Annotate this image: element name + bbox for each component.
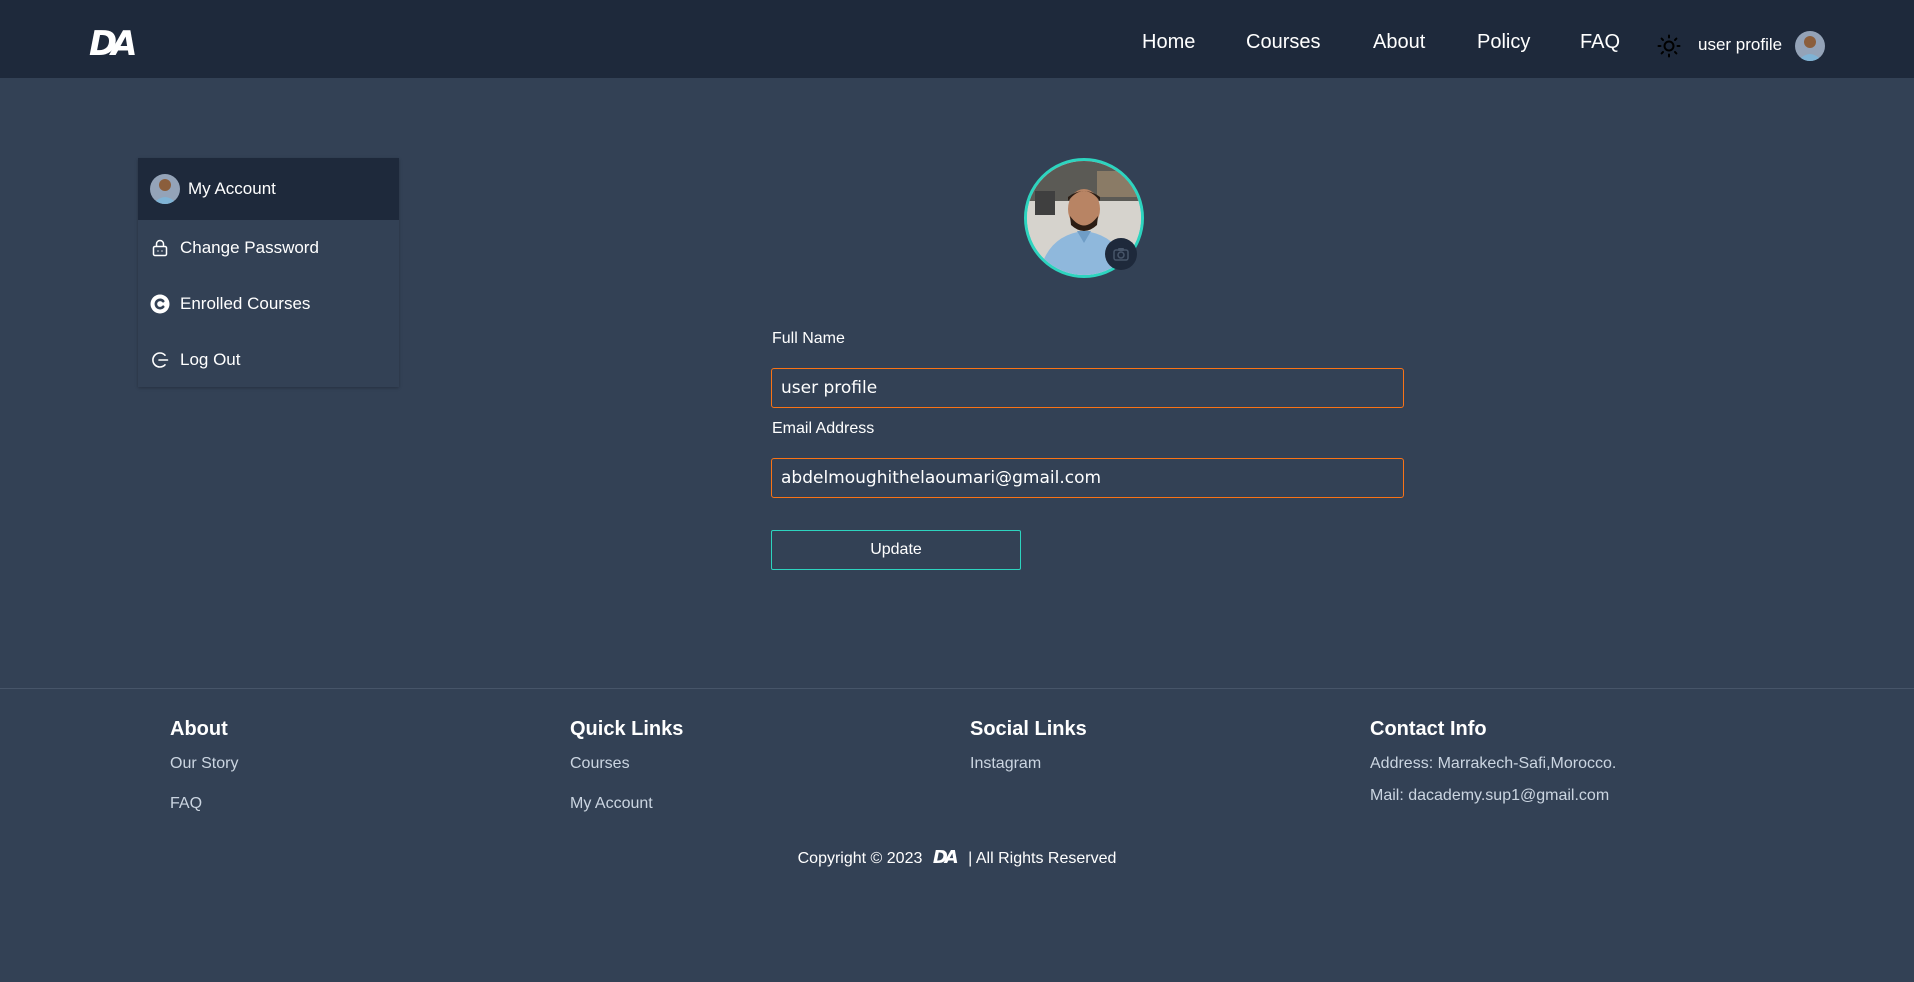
- sidebar-avatar: [150, 174, 180, 204]
- sidebar-item-log-out[interactable]: Log Out: [138, 332, 399, 388]
- copyright-c-icon: [150, 294, 170, 314]
- nav-policy[interactable]: Policy: [1477, 30, 1530, 54]
- rights-reserved-text: | All Rights Reserved: [968, 850, 1117, 867]
- sidebar-item-label: Change Password: [180, 238, 319, 257]
- nav-about[interactable]: About: [1373, 30, 1425, 54]
- camera-icon: [1113, 248, 1129, 261]
- header-avatar[interactable]: [1795, 31, 1825, 61]
- footer-contact-info: Contact Info Address: Marrakech-Safi,Mor…: [1370, 716, 1750, 818]
- footer-link-my-account[interactable]: My Account: [570, 794, 950, 814]
- footer-social-links-title: Social Links: [970, 718, 1087, 740]
- account-sidebar: My Account Change Password Enrolled Cour…: [138, 158, 399, 387]
- sidebar-item-my-account[interactable]: My Account: [138, 158, 399, 220]
- footer-link-faq[interactable]: FAQ: [170, 794, 550, 814]
- nav-faq[interactable]: FAQ: [1580, 30, 1620, 54]
- copyright-text: Copyright © 2023: [797, 850, 923, 867]
- lock-icon: [152, 239, 168, 257]
- nav-home[interactable]: Home: [1142, 30, 1195, 54]
- email-label: Email Address: [772, 420, 875, 437]
- sidebar-item-enrolled-courses[interactable]: Enrolled Courses: [138, 276, 399, 332]
- header-user-name[interactable]: user profile: [1698, 34, 1782, 56]
- footer-about: About Our Story FAQ: [170, 716, 550, 834]
- update-button[interactable]: Update: [771, 530, 1021, 570]
- footer-link-instagram[interactable]: Instagram: [970, 754, 1350, 774]
- footer-logo: DA: [932, 847, 959, 868]
- nav-courses[interactable]: Courses: [1246, 30, 1320, 54]
- full-name-input[interactable]: [771, 368, 1404, 408]
- sidebar-item-label: Enrolled Courses: [180, 294, 311, 313]
- logout-icon: [152, 352, 169, 368]
- footer-link-our-story[interactable]: Our Story: [170, 754, 550, 774]
- footer-quick-links-title: Quick Links: [570, 718, 684, 740]
- footer-mail: Mail: dacademy.sup1@gmail.com: [1370, 787, 1610, 804]
- full-name-label: Full Name: [772, 330, 845, 347]
- sidebar-item-label: Log Out: [180, 350, 241, 369]
- footer-link-courses[interactable]: Courses: [570, 754, 950, 774]
- top-navbar: DA Home Courses About Policy FAQ user pr…: [0, 0, 1914, 78]
- footer-contact-title: Contact Info: [1370, 718, 1487, 740]
- sidebar-item-label: My Account: [188, 179, 276, 198]
- theme-toggle-sun-icon[interactable]: [1657, 34, 1681, 58]
- footer-about-title: About: [170, 718, 228, 740]
- change-photo-button[interactable]: [1105, 238, 1137, 270]
- sidebar-item-change-password[interactable]: Change Password: [138, 220, 399, 276]
- copyright-bar: Copyright © 2023 DA | All Rights Reserve…: [0, 847, 1914, 870]
- footer-divider: [0, 688, 1914, 689]
- footer-address: Address: Marrakech-Safi,Morocco.: [1370, 755, 1617, 772]
- site-logo[interactable]: DA: [89, 27, 141, 61]
- footer-social-links: Social Links Instagram: [970, 716, 1350, 794]
- footer-quick-links: Quick Links Courses My Account: [570, 716, 950, 834]
- email-input[interactable]: [771, 458, 1404, 498]
